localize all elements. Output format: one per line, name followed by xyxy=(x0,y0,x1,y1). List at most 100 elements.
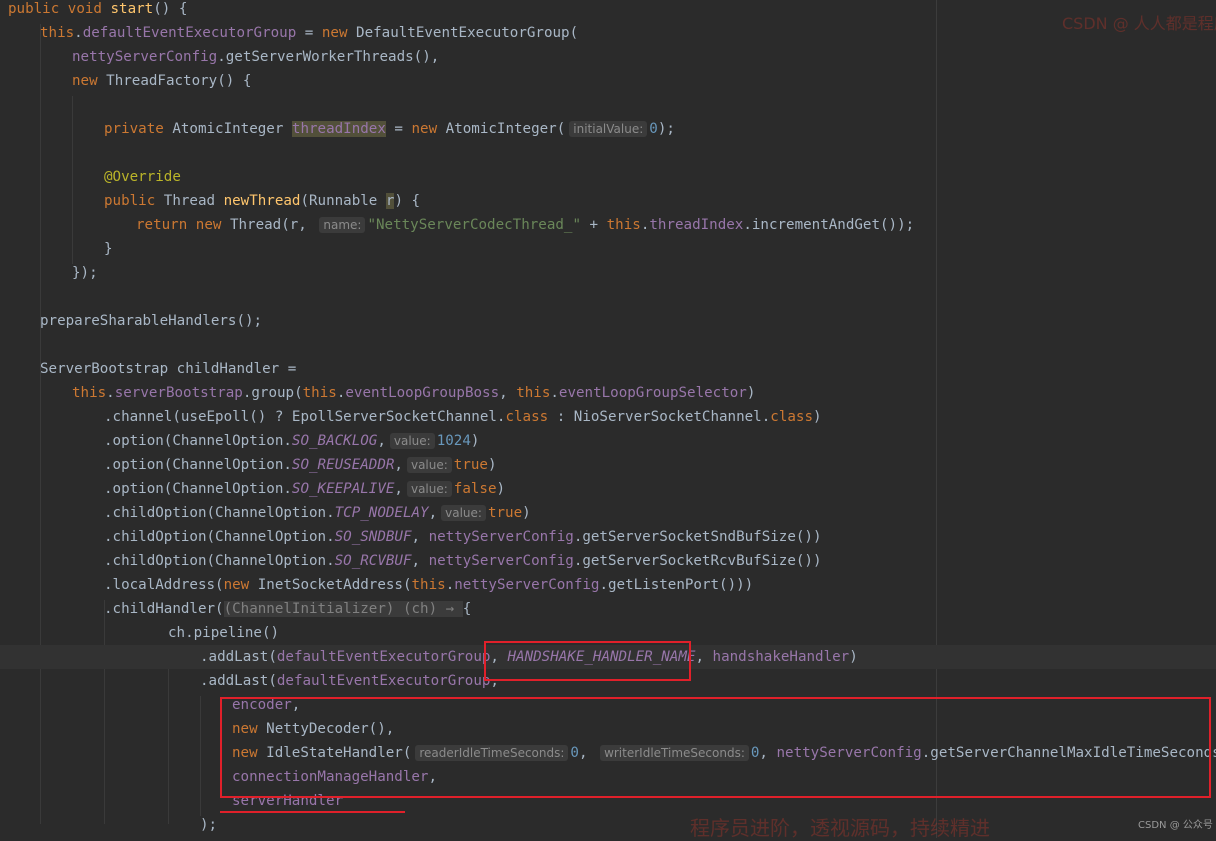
field-ref: eventLoopGroupSelector xyxy=(558,385,747,401)
code-text: .getServerWorkerThreads(), xyxy=(217,49,440,65)
field-ref: handshakeHandler xyxy=(712,649,850,665)
code-text: , xyxy=(411,553,429,569)
folded-lambda[interactable]: (ChannelInitializer) (ch) → xyxy=(223,601,463,617)
code-text: ) xyxy=(487,457,497,473)
code-text: ThreadFactory() { xyxy=(97,73,252,89)
code-text: } xyxy=(104,241,113,257)
code-line[interactable]: .addLast(defaultEventExecutorGroup, xyxy=(200,669,499,693)
field-ref: threadIndex xyxy=(649,217,744,233)
code-line[interactable]: .childHandler((ChannelInitializer) (ch) … xyxy=(104,597,471,621)
keyword-void: void xyxy=(67,1,102,17)
annotation: @Override xyxy=(104,169,181,185)
code-line[interactable]: @Override xyxy=(104,165,181,189)
field-ref-highlighted: threadIndex xyxy=(291,121,386,137)
code-line[interactable]: .option(ChannelOption.SO_REUSEADDR, value… xyxy=(104,453,497,477)
field-ref: nettyServerConfig xyxy=(454,577,600,593)
code-text: ) xyxy=(746,385,756,401)
code-text: InetSocketAddress( xyxy=(249,577,412,593)
method-newThread: newThread xyxy=(223,193,301,209)
keyword-false: false xyxy=(453,481,497,497)
method-start: start xyxy=(110,1,154,17)
code-line[interactable]: .channel(useEpoll() ? EpollServerSocketC… xyxy=(104,405,822,429)
code-text: .option(ChannelOption. xyxy=(104,457,292,473)
code-text: : NioServerSocketChannel. xyxy=(548,409,771,425)
annotation-underline xyxy=(220,811,405,813)
keyword-true: true xyxy=(453,457,488,473)
code-line[interactable]: public Thread newThread(Runnable r) { xyxy=(104,189,420,213)
keyword-true: true xyxy=(487,505,523,521)
code-line[interactable]: private AtomicInteger threadIndex = new … xyxy=(104,117,675,141)
keyword-new: new xyxy=(72,73,98,89)
code-text: , xyxy=(428,505,438,521)
code-line[interactable]: .option(ChannelOption.SO_KEEPALIVE, value… xyxy=(104,477,505,501)
code-line[interactable]: public void start() { xyxy=(8,0,187,21)
code-line[interactable]: .childOption(ChannelOption.TCP_NODELAY, v… xyxy=(104,501,531,525)
indent-guide xyxy=(72,96,73,264)
keyword-new: new xyxy=(411,121,438,137)
code-text: ); xyxy=(657,121,675,137)
static-field: SO_SNDBUF xyxy=(334,529,412,545)
annotation-box-handlers xyxy=(220,697,1211,798)
code-text: .childOption(ChannelOption. xyxy=(104,505,335,521)
code-text: .childOption(ChannelOption. xyxy=(104,553,335,569)
code-text: () { xyxy=(153,1,188,17)
indent-guide xyxy=(168,648,169,824)
keyword-this: this xyxy=(411,577,446,593)
static-field: SO_REUSEADDR xyxy=(291,457,395,473)
watermark-bottom-small: CSDN @ 公众号 xyxy=(1138,820,1213,831)
code-line[interactable]: this.serverBootstrap.group(this.eventLoo… xyxy=(72,381,755,405)
code-line[interactable]: this.defaultEventExecutorGroup = new Def… xyxy=(40,21,578,45)
param-hint: value: xyxy=(389,433,435,449)
code-line[interactable]: ServerBootstrap childHandler = xyxy=(40,357,296,381)
string-literal: "NettyServerCodecThread_" xyxy=(367,217,582,233)
keyword-class: class xyxy=(770,409,813,425)
field-ref: nettyServerConfig xyxy=(72,49,218,65)
code-line[interactable]: ); xyxy=(200,813,217,837)
code-text: { xyxy=(462,601,472,617)
number-literal: 0 xyxy=(649,121,658,137)
param-hint: value: xyxy=(441,505,486,521)
indent-guide xyxy=(40,24,41,824)
code-line[interactable]: .childOption(ChannelOption.SO_RCVBUF, ne… xyxy=(104,549,822,573)
code-text: ) xyxy=(849,649,858,665)
code-text: .getListenPort())) xyxy=(599,577,754,593)
keyword-new: new xyxy=(223,577,250,593)
field-ref: nettyServerConfig xyxy=(428,553,574,569)
keyword-return: return xyxy=(136,217,188,233)
code-text: ) xyxy=(522,505,531,521)
indent-guide xyxy=(104,600,105,824)
watermark-bottom: 程序员进阶，透视源码，持续精进 xyxy=(690,816,990,840)
code-line[interactable]: ch.pipeline() xyxy=(168,621,279,645)
code-text: . xyxy=(445,577,455,593)
code-line[interactable]: }); xyxy=(72,261,98,285)
code-line[interactable]: .option(ChannelOption.SO_BACKLOG, value: 1… xyxy=(104,429,479,453)
code-text: , xyxy=(499,385,517,401)
static-field: SO_BACKLOG xyxy=(291,433,378,449)
code-text: ch.pipeline() xyxy=(168,625,280,641)
code-text: .channel(useEpoll() ? EpollServerSocketC… xyxy=(104,409,506,425)
param-hint: initialValue: xyxy=(569,121,648,137)
code-line[interactable]: } xyxy=(104,237,113,261)
static-field: SO_RCVBUF xyxy=(334,553,412,569)
param-hint: value: xyxy=(406,457,452,473)
keyword-public: public xyxy=(8,1,60,17)
static-field: TCP_NODELAY xyxy=(334,505,429,521)
code-text: AtomicInteger( xyxy=(437,121,566,137)
code-line[interactable]: prepareSharableHandlers(); xyxy=(40,309,262,333)
code-text: .addLast( xyxy=(200,649,277,665)
watermark-top: CSDN @ 人人都是程序员 xyxy=(1062,14,1216,33)
keyword-this: this xyxy=(606,217,641,233)
keyword-this: this xyxy=(516,385,551,401)
code-line[interactable]: nettyServerConfig.getServerWorkerThreads… xyxy=(72,45,439,69)
code-line[interactable]: .localAddress(new InetSocketAddress(this… xyxy=(104,573,753,597)
param-hint: name: xyxy=(319,217,366,233)
code-text: = xyxy=(385,121,412,137)
code-line[interactable]: .childOption(ChannelOption.SO_SNDBUF, ne… xyxy=(104,525,822,549)
code-text: prepareSharableHandlers(); xyxy=(40,313,263,329)
code-text: .addLast( xyxy=(200,673,277,689)
code-text: AtomicInteger xyxy=(163,121,292,137)
code-text: .childHandler( xyxy=(104,601,224,617)
code-line[interactable]: return new Thread(r, name: "NettyServerCo… xyxy=(136,213,914,237)
keyword-private: private xyxy=(104,121,164,137)
code-line[interactable]: new ThreadFactory() { xyxy=(72,69,251,93)
